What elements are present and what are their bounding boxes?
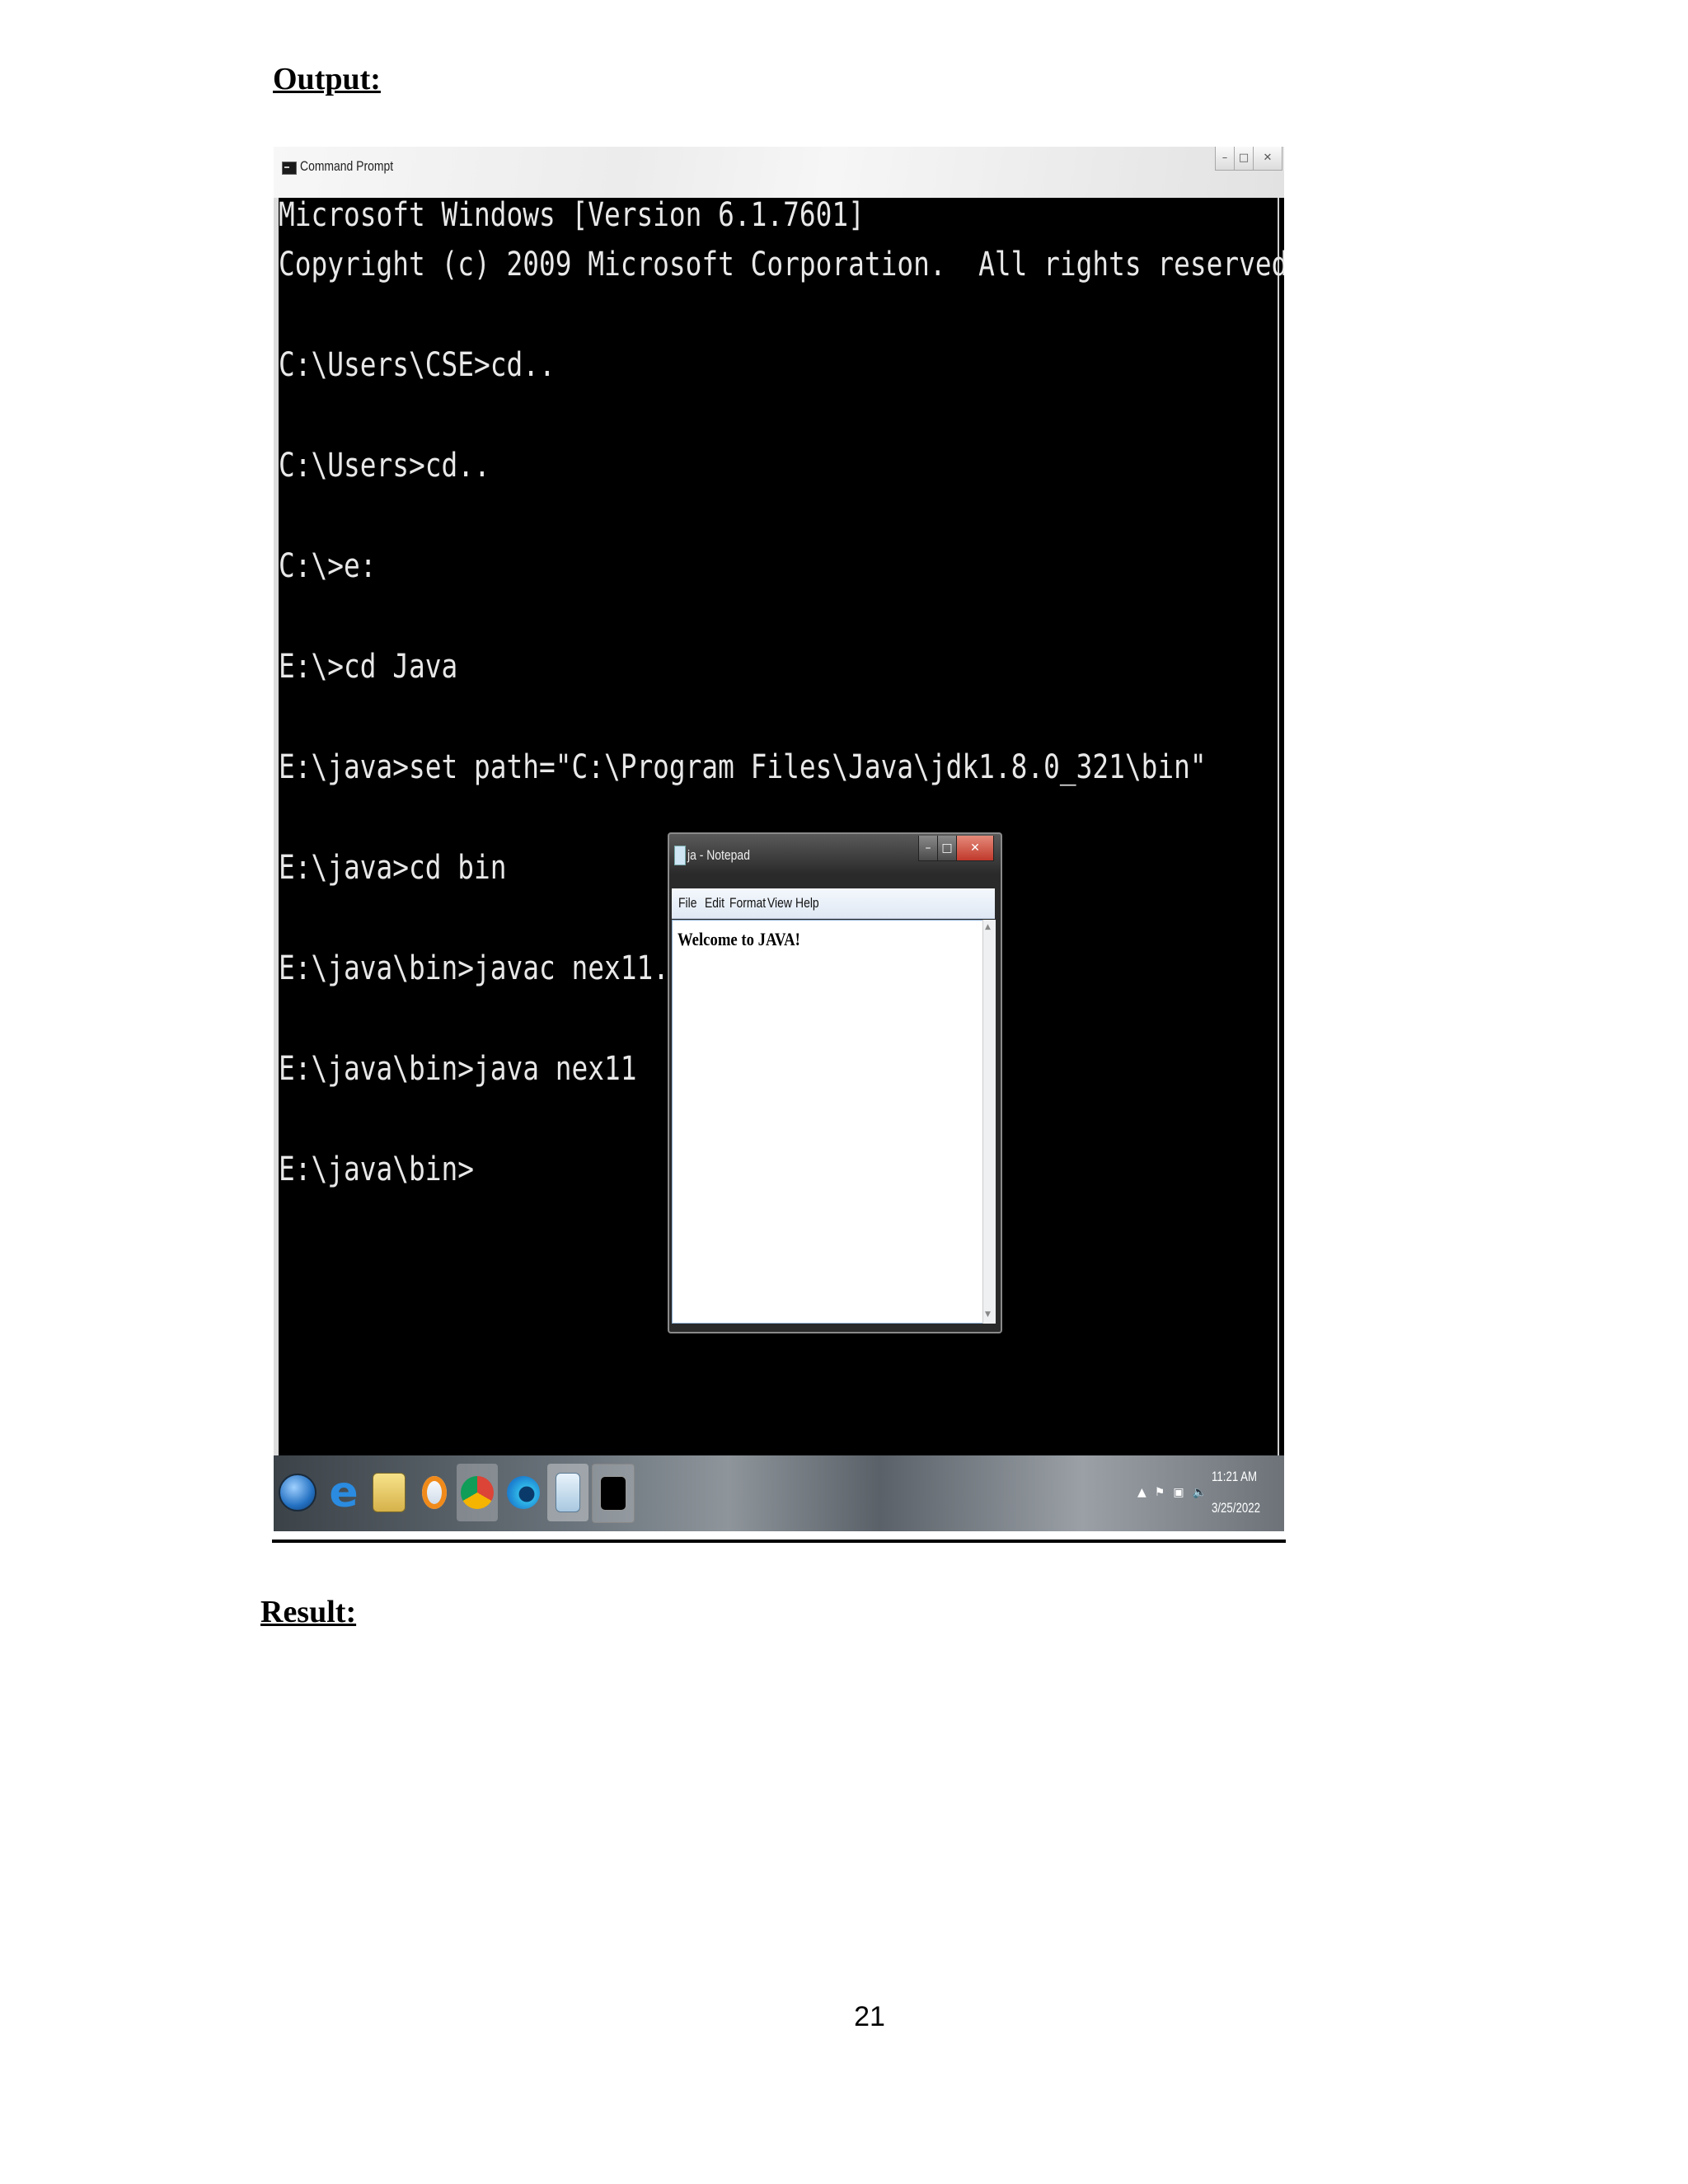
cmd-window-icon xyxy=(282,162,297,175)
tray-expand-icon[interactable]: ▲ xyxy=(1137,1486,1146,1499)
internet-explorer-button[interactable]: e xyxy=(323,1464,364,1521)
chrome-icon xyxy=(461,1476,494,1509)
result-heading: Result: xyxy=(260,1595,357,1629)
chrome-button[interactable] xyxy=(457,1464,498,1521)
screenshot-frame: Command Prompt – □ ✕ Microsoft Windows [… xyxy=(274,147,1284,1543)
output-heading: Output: xyxy=(273,62,381,96)
console-line: E:\java>cd bin xyxy=(279,849,507,887)
notepad-app-icon xyxy=(556,1473,580,1512)
menu-file[interactable]: File xyxy=(678,895,696,912)
cmd-titlebar[interactable]: Command Prompt – □ ✕ xyxy=(274,147,1284,198)
maximize-icon[interactable]: □ xyxy=(1234,147,1254,171)
notepad-icon xyxy=(674,846,686,865)
notepad-title: ja - Notepad xyxy=(687,847,750,863)
network-icon[interactable]: ▣ xyxy=(1173,1486,1184,1499)
cmd-app-icon xyxy=(600,1476,626,1511)
console-line: C:\Users\CSE>cd.. xyxy=(279,346,556,384)
system-tray: ▲ ⚑ ▣ 🔈 xyxy=(1137,1480,1212,1505)
edge-button[interactable] xyxy=(503,1464,544,1521)
console-line: Copyright (c) 2009 Microsoft Corporation… xyxy=(279,246,1284,284)
console-line: E:\java>set path="C:\Program Files\Java\… xyxy=(279,748,1207,786)
menu-format[interactable]: Format xyxy=(729,895,766,912)
internet-explorer-icon: e xyxy=(329,1468,359,1517)
notepad-task-button[interactable] xyxy=(547,1464,588,1521)
windows-start-icon xyxy=(279,1474,316,1511)
page-number: 21 xyxy=(854,2001,885,2032)
cmd-task-button[interactable] xyxy=(592,1464,635,1523)
minimize-icon[interactable]: – xyxy=(918,836,938,861)
maximize-icon[interactable]: □ xyxy=(937,836,957,861)
notepad-text-area[interactable]: Welcome to JAVA! xyxy=(672,920,983,1324)
clock-time[interactable]: 11:21 AM xyxy=(1212,1469,1257,1485)
menu-help[interactable]: Help xyxy=(795,895,819,912)
clock-date[interactable]: 3/25/2022 xyxy=(1212,1500,1260,1516)
menu-edit[interactable]: Edit xyxy=(705,895,724,912)
console-line: E:\java\bin>java nex11 xyxy=(279,1050,637,1088)
console-line: C:\>e: xyxy=(279,547,377,585)
notepad-window[interactable]: ja - Notepad – □ ✕ File Edit Format View… xyxy=(668,832,1002,1333)
media-player-icon xyxy=(422,1476,447,1509)
cmd-window-title: Command Prompt xyxy=(300,158,394,174)
file-explorer-button[interactable] xyxy=(368,1464,410,1521)
taskbar: e ▲ ⚑ ▣ 🔈 11:21 AM 3/25/2022 xyxy=(274,1455,1284,1531)
close-icon[interactable]: ✕ xyxy=(956,836,994,861)
console-line: C:\Users>cd.. xyxy=(279,447,490,485)
close-icon[interactable]: ✕ xyxy=(1253,147,1282,171)
console-line: Microsoft Windows [Version 6.1.7601] xyxy=(279,196,865,234)
frame-bottom-line xyxy=(272,1540,1286,1543)
console-line: E:\java\bin>javac nex11.java xyxy=(279,949,734,987)
volume-icon[interactable]: 🔈 xyxy=(1193,1486,1207,1499)
scroll-up-icon[interactable]: ▲ xyxy=(985,923,991,931)
notepad-content: Welcome to JAVA! xyxy=(678,929,800,949)
media-player-button[interactable] xyxy=(414,1464,455,1521)
notepad-scrollbar[interactable]: ▲ ▼ xyxy=(982,920,996,1324)
console-line: E:\>cd Java xyxy=(279,648,458,686)
edge-icon xyxy=(507,1476,540,1509)
action-center-icon[interactable]: ⚑ xyxy=(1155,1486,1165,1499)
minimize-icon[interactable]: – xyxy=(1215,147,1235,171)
scroll-down-icon[interactable]: ▼ xyxy=(985,1310,991,1319)
start-button[interactable] xyxy=(277,1464,318,1521)
folder-icon xyxy=(373,1473,406,1512)
menu-view[interactable]: View xyxy=(767,895,792,912)
console-line: E:\java\bin> xyxy=(279,1151,474,1188)
notepad-menubar: File Edit Format View Help xyxy=(672,888,995,919)
